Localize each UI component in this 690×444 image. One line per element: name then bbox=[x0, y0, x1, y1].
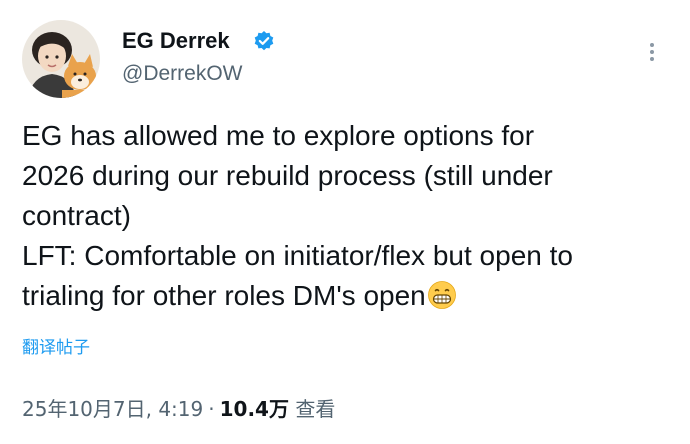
avatar-image bbox=[22, 20, 100, 98]
tweet-meta: 25年10月7日, 4:19 · 10.4万 查看 bbox=[22, 396, 335, 422]
translate-post-link[interactable]: 翻译帖子 bbox=[22, 337, 90, 359]
tweet-text: EG has allowed me to explore options for… bbox=[22, 116, 682, 316]
verified-badge-icon bbox=[254, 31, 274, 51]
timestamp-link[interactable]: 25年10月7日, 4:19 bbox=[22, 397, 203, 421]
tweet-text-line: EG has allowed me to explore options for bbox=[22, 120, 535, 151]
views-count: 10.4万 bbox=[219, 397, 289, 421]
tweet-text-last-line: trialing for other roles DM's open bbox=[22, 276, 682, 316]
author-handle[interactable]: @DerrekOW bbox=[122, 61, 242, 87]
avatar[interactable] bbox=[22, 20, 100, 98]
tweet-text-line: LFT: Comfortable on initiator/flex but o… bbox=[22, 240, 573, 271]
author-display-name[interactable]: EG Derrek bbox=[122, 28, 230, 54]
tweet-text-line: 2026 during our rebuild process (still u… bbox=[22, 160, 553, 191]
views-label: 查看 bbox=[295, 397, 336, 421]
meta-separator: · bbox=[208, 397, 215, 421]
tweet-text-line: contract) bbox=[22, 200, 131, 231]
tweet-text-line: trialing for other roles DM's open bbox=[22, 280, 426, 311]
tweet-card: EG Derrek @DerrekOW EG has allowed me to… bbox=[0, 0, 690, 444]
grinning-face-emoji-icon bbox=[427, 281, 456, 309]
more-options-icon[interactable] bbox=[642, 38, 662, 66]
